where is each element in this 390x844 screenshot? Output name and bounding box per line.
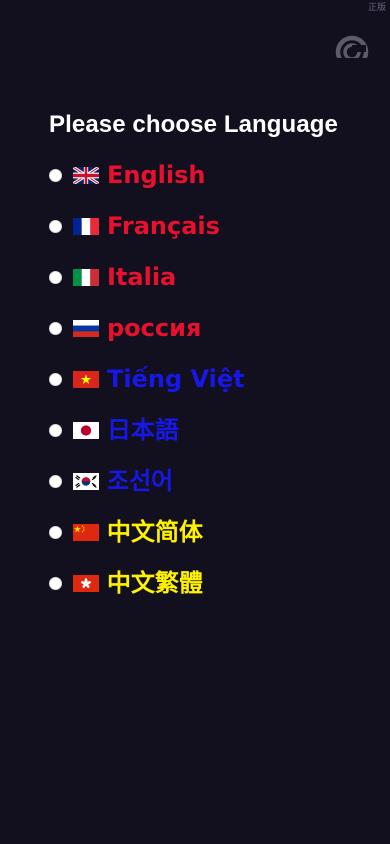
radio-button[interactable] bbox=[49, 576, 62, 590]
language-label: россия bbox=[107, 314, 202, 342]
radio-button[interactable] bbox=[49, 525, 62, 539]
language-option-chinese-traditional[interactable]: 中文繁體 bbox=[49, 568, 203, 598]
flag-uk-icon bbox=[73, 166, 99, 184]
flag-china-icon bbox=[73, 523, 99, 541]
language-label: Italia bbox=[107, 263, 177, 291]
flag-france-icon bbox=[73, 217, 99, 235]
radio-button[interactable] bbox=[49, 219, 62, 233]
flag-russia-icon bbox=[73, 319, 99, 337]
language-option-italian[interactable]: Italia bbox=[49, 262, 176, 292]
flag-japan-icon bbox=[73, 421, 99, 439]
radio-button[interactable] bbox=[49, 474, 62, 488]
language-option-korean[interactable]: 조선어 bbox=[49, 466, 173, 496]
language-option-russian[interactable]: россия bbox=[49, 313, 201, 343]
radio-button[interactable] bbox=[49, 270, 62, 284]
language-label: 中文繁體 bbox=[107, 569, 203, 597]
flag-hongkong-icon bbox=[73, 574, 99, 592]
language-option-french[interactable]: Français bbox=[49, 211, 220, 241]
language-option-english[interactable]: English bbox=[49, 160, 205, 190]
language-option-japanese[interactable]: 日本語 bbox=[49, 415, 179, 445]
language-option-chinese-simplified[interactable]: 中文简体 bbox=[49, 517, 203, 547]
language-label: English bbox=[107, 161, 206, 189]
flag-vietnam-icon bbox=[73, 370, 99, 388]
radio-button[interactable] bbox=[49, 423, 62, 437]
language-label: Français bbox=[107, 212, 220, 240]
language-option-vietnamese[interactable]: Tiếng Việt bbox=[49, 364, 245, 394]
radio-button[interactable] bbox=[49, 321, 62, 335]
corner-tag: 正版 bbox=[367, 3, 386, 13]
radio-button[interactable] bbox=[49, 372, 62, 386]
language-label: 조선어 bbox=[107, 467, 174, 495]
flag-italy-icon bbox=[73, 268, 99, 286]
language-label: 中文简体 bbox=[107, 518, 203, 546]
refresh-icon[interactable] bbox=[334, 34, 370, 58]
radio-button[interactable] bbox=[49, 168, 62, 182]
flag-korea-icon bbox=[73, 472, 99, 490]
page-title: Please choose Language bbox=[49, 111, 338, 138]
language-label: 日本語 bbox=[107, 416, 179, 444]
language-label: Tiếng Việt bbox=[107, 365, 245, 393]
